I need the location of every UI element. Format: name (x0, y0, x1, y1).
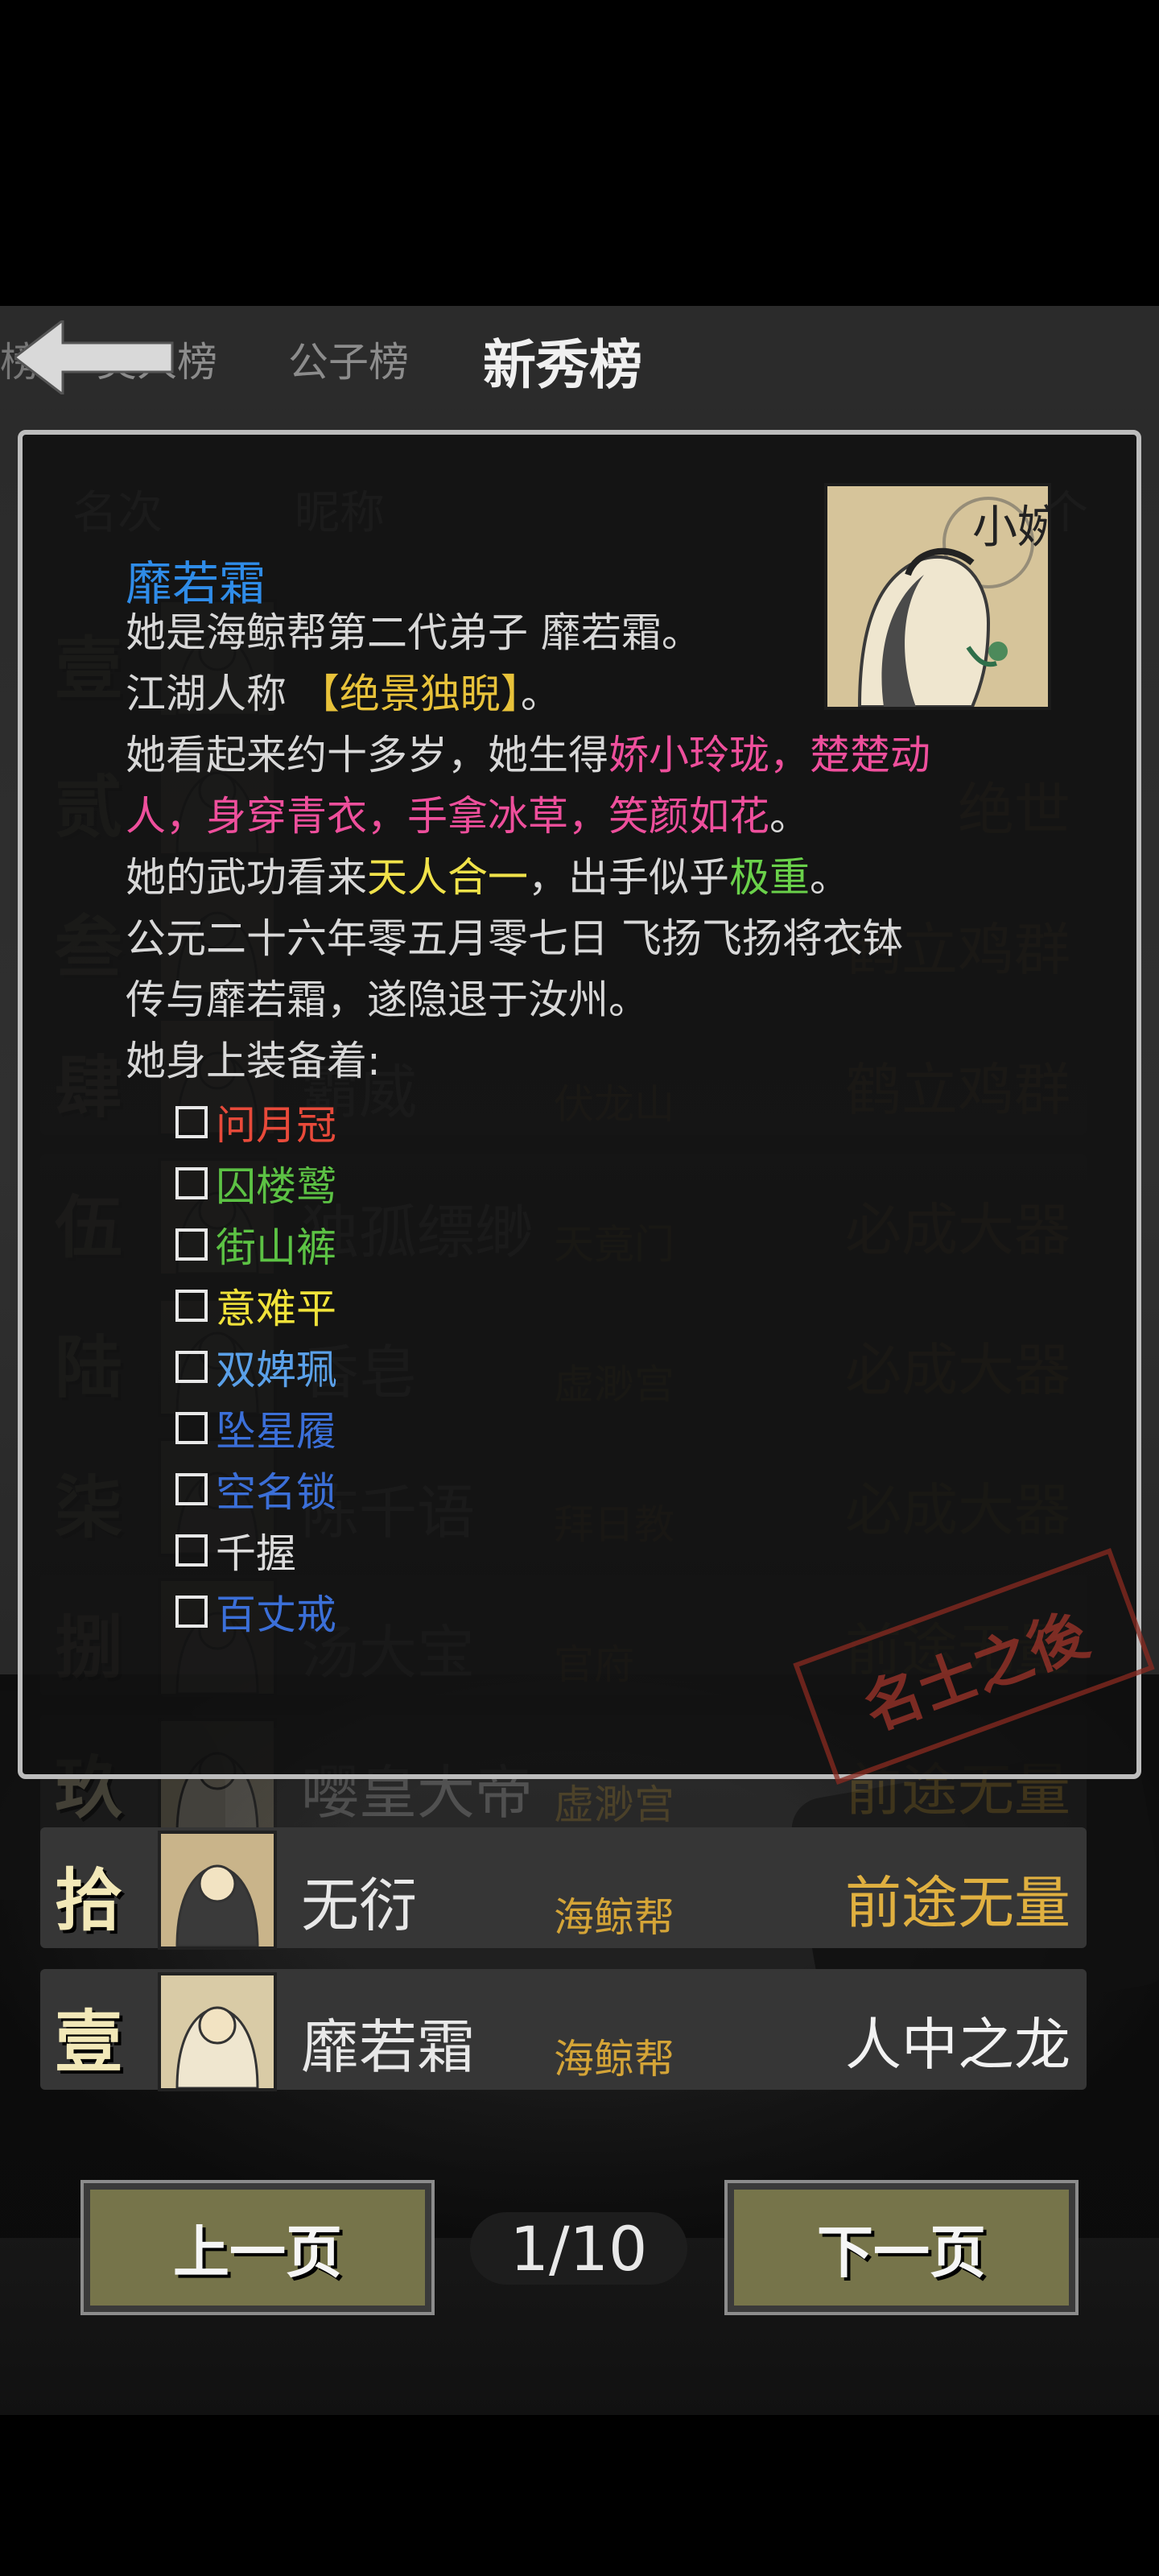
tab-xinxiu[interactable]: 新秀榜 (483, 322, 642, 399)
lineage-line-1: 公元二十六年零五月零七日 飞扬飞扬将衣钵 (126, 915, 903, 962)
checkbox-icon (175, 1473, 208, 1505)
player-name: 无衍 (301, 1872, 418, 1939)
appearance-line-2: 人，身穿青衣，手拿冰草，笑颜如花。 (126, 793, 810, 840)
next-page-button[interactable]: 下一页 (724, 2180, 1079, 2315)
equipment-name: 百丈戒 (216, 1591, 336, 1638)
player-title: 前途无量 (845, 1870, 1070, 1936)
ranking-row[interactable]: 拾 无衍 海鲸帮 前途无量 (40, 1827, 1087, 1950)
equipment-item[interactable]: 坠星履 (175, 1397, 336, 1459)
checkbox-icon (175, 1290, 208, 1322)
equipment-name: 双婢珮 (216, 1347, 336, 1393)
epithet-line: 江湖人称 【绝景独睨】。 (126, 671, 561, 717)
checkbox-icon (175, 1228, 208, 1261)
appearance-line-1: 她看起来约十多岁，她生得娇小玲珑，楚楚动 (126, 732, 930, 778)
character-portrait: 小婉 (824, 483, 1051, 710)
equipment-item[interactable]: 双婢珮 (175, 1336, 336, 1397)
prev-page-button[interactable]: 上一页 (80, 2180, 435, 2315)
player-title: 人中之龙 (845, 2012, 1070, 2078)
player-sect: 海鲸帮 (554, 1894, 674, 1941)
equipment-item[interactable]: 千握 (175, 1520, 296, 1581)
avatar (158, 1972, 277, 2091)
equipment-name: 千握 (216, 1530, 296, 1577)
equipment-name: 意难平 (216, 1286, 336, 1332)
lineage-line-2: 传与靡若霜，遂隐退于汝州。 (126, 976, 649, 1023)
back-arrow-icon[interactable] (14, 320, 175, 394)
equipment-item[interactable]: 街山裤 (175, 1214, 336, 1275)
rank-number: 拾 (54, 1860, 122, 1940)
rank-number: 壹 (54, 2002, 122, 2082)
character-detail-popup[interactable]: 小婉 靡若霜 她是海鲸帮第二代弟子 靡若霜。 江湖人称 【绝景独睨】。 她看起来… (18, 430, 1141, 1779)
equipment-name: 空名锁 (216, 1469, 336, 1516)
checkbox-icon (175, 1534, 208, 1567)
equipment-item[interactable]: 意难平 (175, 1275, 336, 1336)
ranking-row[interactable]: 壹 靡若霜 海鲸帮 人中之龙 (40, 1969, 1087, 2091)
intro-line: 她是海鲸帮第二代弟子 靡若霜。 (126, 609, 702, 656)
checkbox-icon (175, 1412, 208, 1444)
martial-line: 她的武功看来天人合一，出手似乎极重。 (126, 854, 850, 901)
equipment-name: 坠星履 (216, 1408, 336, 1455)
checkbox-icon (175, 1351, 208, 1383)
equipment-heading: 她身上装备着: (126, 1038, 381, 1084)
equipment-item[interactable]: 问月冠 (175, 1092, 336, 1153)
player-name: 靡若霜 (301, 2013, 476, 2081)
player-sect: 海鲸帮 (554, 2036, 674, 2083)
checkbox-icon (175, 1596, 208, 1628)
tab-gongzi[interactable]: 公子榜 (288, 330, 409, 388)
checkbox-icon (175, 1106, 208, 1138)
epithet: 【绝景独睨】 (299, 671, 521, 717)
equipment-name: 问月冠 (216, 1102, 336, 1149)
page-indicator: 1/10 (470, 2212, 687, 2285)
equipment-name: 囚楼鹫 (216, 1163, 336, 1210)
svg-text:小婉: 小婉 (972, 502, 1048, 554)
avatar (158, 1831, 277, 1950)
player-sect: 虚渺宫 (554, 1781, 674, 1828)
equipment-item[interactable]: 百丈戒 (175, 1581, 336, 1642)
equipment-item[interactable]: 空名锁 (175, 1459, 336, 1520)
checkbox-icon (175, 1167, 208, 1199)
equipment-name: 街山裤 (216, 1224, 336, 1271)
equipment-item[interactable]: 囚楼鹫 (175, 1153, 336, 1214)
